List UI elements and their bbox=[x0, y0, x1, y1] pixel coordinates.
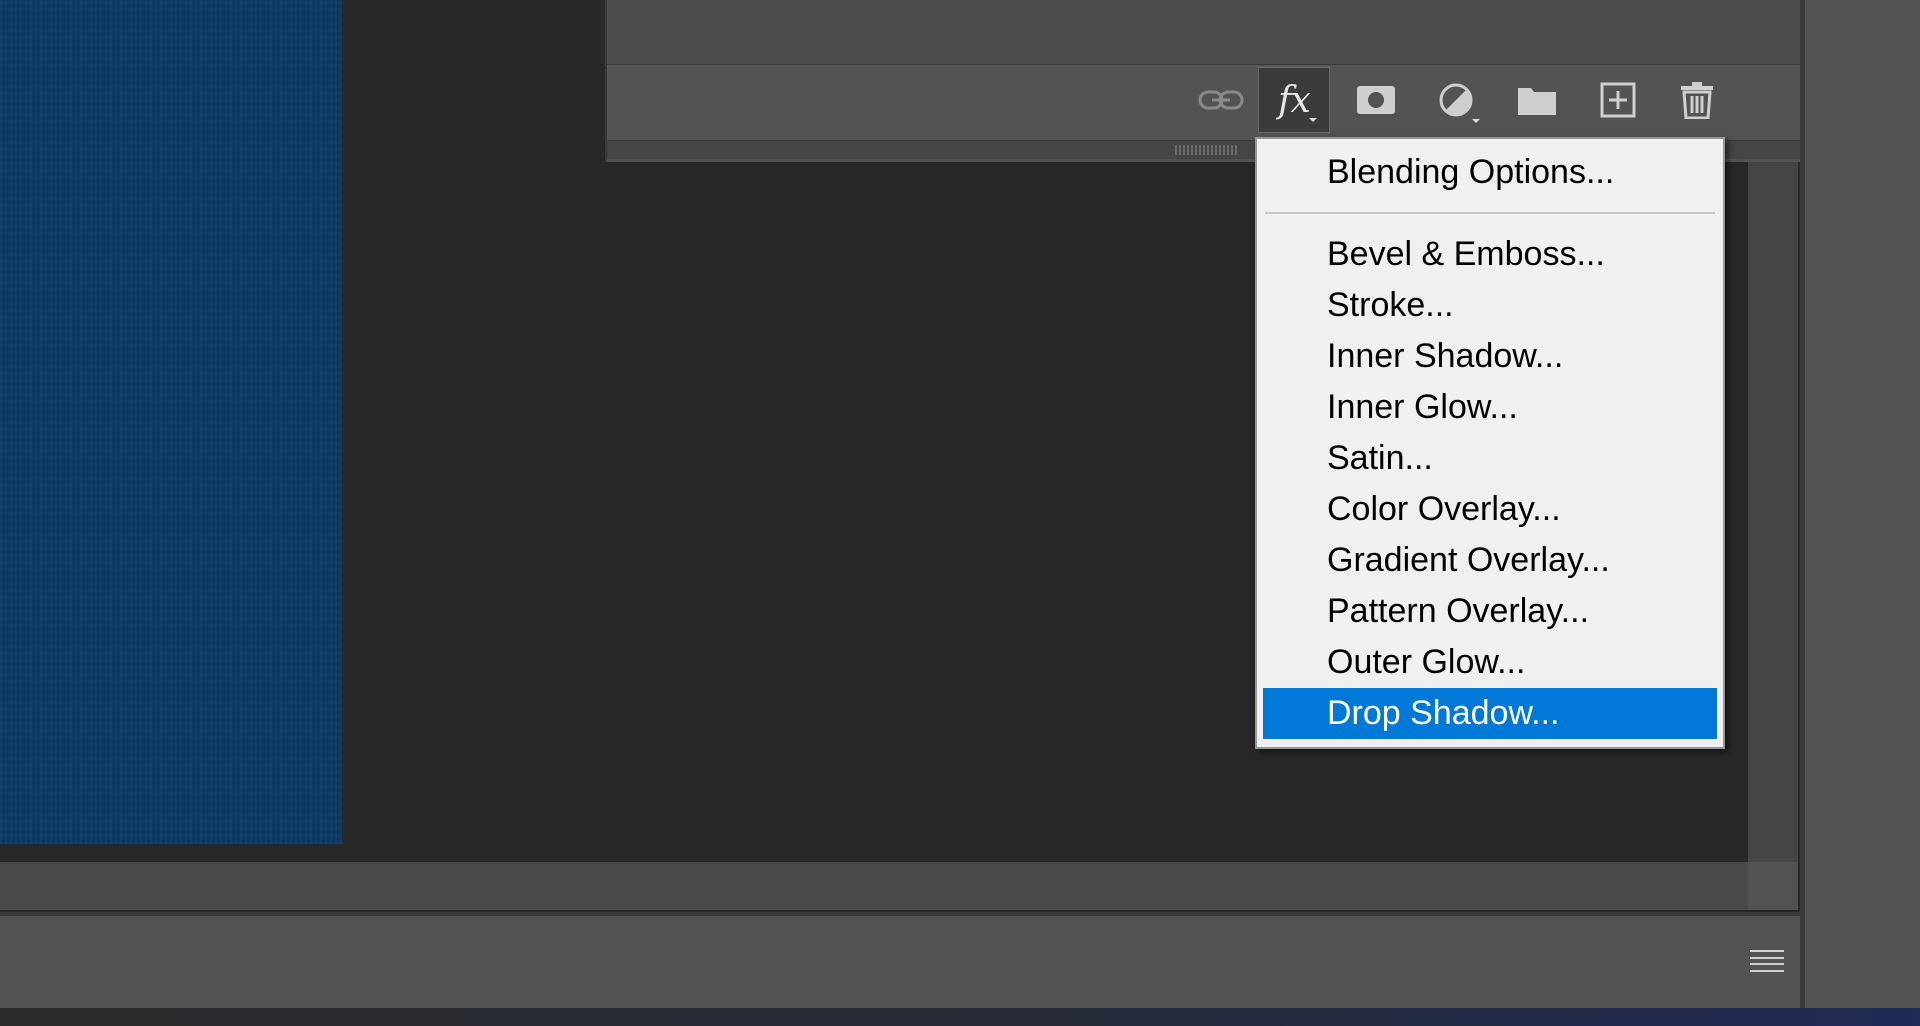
right-dock bbox=[1805, 0, 1920, 1008]
scrollbar-corner bbox=[1748, 862, 1798, 910]
menu-item-pattern-overlay[interactable]: Pattern Overlay... bbox=[1263, 586, 1717, 637]
layer-style-menu: Blending Options... Bevel & Emboss... St… bbox=[1255, 137, 1725, 749]
menu-item-stroke[interactable]: Stroke... bbox=[1263, 280, 1717, 331]
link-layers-button[interactable] bbox=[1185, 67, 1257, 133]
panel-menu-icon[interactable] bbox=[1750, 948, 1784, 974]
horizontal-scrollbar[interactable] bbox=[0, 862, 1748, 910]
new-group-button[interactable] bbox=[1501, 67, 1573, 133]
bottom-panel bbox=[0, 912, 1800, 1008]
trash-icon bbox=[1681, 82, 1713, 119]
link-icon bbox=[1198, 90, 1244, 110]
adjustment-layer-button[interactable] bbox=[1420, 67, 1492, 133]
menu-item-bevel-emboss[interactable]: Bevel & Emboss... bbox=[1263, 229, 1717, 280]
folder-icon bbox=[1518, 88, 1556, 115]
grip-icon bbox=[1175, 145, 1239, 155]
vertical-scrollbar[interactable] bbox=[1748, 162, 1798, 862]
taskbar bbox=[0, 1008, 1920, 1026]
add-layer-style-button[interactable]: fx bbox=[1258, 67, 1330, 133]
menu-item-gradient-overlay[interactable]: Gradient Overlay... bbox=[1263, 535, 1717, 586]
menu-item-outer-glow[interactable]: Outer Glow... bbox=[1263, 637, 1717, 688]
adjustment-icon bbox=[1439, 83, 1473, 117]
add-mask-button[interactable] bbox=[1340, 67, 1412, 133]
menu-item-color-overlay[interactable]: Color Overlay... bbox=[1263, 484, 1717, 535]
document-canvas[interactable] bbox=[0, 0, 342, 844]
dropdown-arrow-icon bbox=[1472, 119, 1480, 123]
menu-item-inner-glow[interactable]: Inner Glow... bbox=[1263, 382, 1717, 433]
new-layer-button[interactable] bbox=[1582, 67, 1654, 133]
menu-item-drop-shadow[interactable]: Drop Shadow... bbox=[1263, 688, 1717, 739]
mask-icon bbox=[1357, 86, 1395, 114]
fx-icon: fx bbox=[1278, 79, 1311, 121]
menu-item-satin[interactable]: Satin... bbox=[1263, 433, 1717, 484]
layers-list[interactable] bbox=[607, 0, 1802, 65]
menu-separator bbox=[1265, 212, 1715, 214]
new-layer-icon bbox=[1600, 82, 1636, 118]
menu-item-blending-options[interactable]: Blending Options... bbox=[1263, 147, 1717, 198]
menu-item-inner-shadow[interactable]: Inner Shadow... bbox=[1263, 331, 1717, 382]
dropdown-arrow-icon bbox=[1309, 118, 1317, 122]
delete-layer-button[interactable] bbox=[1661, 67, 1733, 133]
